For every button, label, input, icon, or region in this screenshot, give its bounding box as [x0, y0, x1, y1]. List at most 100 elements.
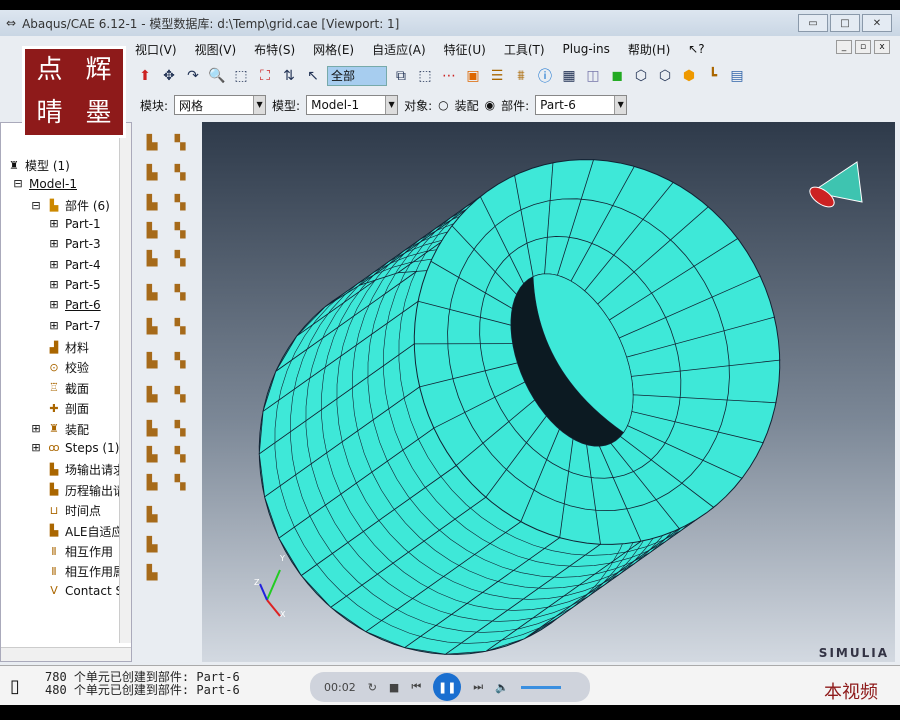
hidden-display-icon[interactable]: ◫ [583, 66, 603, 86]
wireframe-cube-icon[interactable]: ⬡ [631, 66, 651, 86]
select-box-icon[interactable]: ⬚ [415, 66, 435, 86]
menu-plugins[interactable]: Plug-ins [563, 42, 610, 56]
box-zoom-icon[interactable]: ⬚ [231, 66, 251, 86]
select-mode-icon[interactable]: ⧉ [391, 66, 411, 86]
create-set-icon[interactable]: ▙ [141, 534, 163, 556]
tree-item[interactable]: ⊙ 校验 [29, 359, 89, 376]
query-tool-icon[interactable]: ▙ [141, 562, 163, 584]
menu-mesh[interactable]: 网格(E) [313, 41, 354, 58]
expand-icon[interactable]: ⊞ [47, 298, 61, 312]
render-mode-icon[interactable]: ▣ [463, 66, 483, 86]
zoom-icon[interactable]: 🔍 [207, 66, 227, 86]
edit-mesh-icon[interactable]: ▙ [141, 418, 163, 440]
verify-mesh-icon[interactable]: ▙ [141, 316, 163, 338]
virtual-topology-icon[interactable]: ▙ [141, 384, 163, 406]
expand-icon[interactable]: ⊞ [47, 258, 61, 272]
table-icon[interactable]: ▤ [727, 66, 747, 86]
tree-horizontal-scrollbar[interactable] [1, 647, 131, 661]
select-arrow-icon[interactable]: ↖ [303, 66, 323, 86]
pan-icon[interactable]: ✥ [159, 66, 179, 86]
element-type-icon[interactable]: ▙ [141, 220, 163, 242]
datum-point-icon[interactable]: ▚ [169, 444, 191, 466]
seed-edge-icon[interactable]: ⋯ [439, 66, 459, 86]
save-icon[interactable]: ⬆ [135, 66, 155, 86]
seed-edge-icon[interactable]: ▚ [169, 132, 191, 154]
fit-view-icon[interactable]: ⛶ [255, 66, 275, 86]
model-select[interactable]: Model-1 ▼ [306, 95, 399, 115]
query-icon[interactable]: ┗ [703, 66, 723, 86]
tree-vertical-scrollbar[interactable] [119, 123, 131, 643]
mesh-controls-icon[interactable]: ▙ [141, 192, 163, 214]
hidden-cube-icon[interactable]: ⬡ [655, 66, 675, 86]
partition-icon[interactable]: ▙ [141, 350, 163, 372]
expand-icon[interactable]: ⊞ [29, 441, 43, 455]
menu-viewport[interactable]: 视口(V) [135, 41, 177, 58]
mesh-controls-icon[interactable]: ▚ [169, 162, 191, 184]
datum-point-icon[interactable]: ▙ [141, 472, 163, 494]
flip-icon[interactable]: ⇅ [279, 66, 299, 86]
datum-axis-icon[interactable]: ▙ [141, 504, 163, 526]
tree-part-item[interactable]: ⊞ Part-3 [47, 237, 100, 251]
selection-filter-select[interactable]: 全部 [327, 66, 387, 86]
delete-mesh-icon[interactable]: ▚ [169, 248, 191, 270]
expand-icon[interactable]: ⊞ [29, 422, 43, 436]
verify-mesh-icon[interactable]: ▚ [169, 282, 191, 304]
maximize-button[interactable]: □ [830, 14, 860, 32]
partition-icon[interactable]: ▚ [169, 316, 191, 338]
tree-item[interactable]: ▙ 场输出请求 [29, 461, 125, 478]
mdi-minimize-button[interactable]: _ [836, 40, 852, 54]
part-radio[interactable]: ◉ [485, 98, 495, 112]
tree-part-item[interactable]: ⊞ Part-6 [47, 298, 100, 312]
virtual-topology-icon[interactable]: ▚ [169, 350, 191, 372]
info-icon[interactable]: ⓘ [535, 66, 555, 86]
seed-edge-icon[interactable]: ▙ [141, 162, 163, 184]
expand-icon[interactable]: ⊞ [47, 278, 61, 292]
element-type-icon[interactable]: ▚ [169, 192, 191, 214]
tree-model[interactable]: ⊟ Model-1 [11, 177, 77, 191]
expand-icon[interactable]: ⊞ [47, 319, 61, 333]
refresh-icon[interactable]: ↻ [368, 681, 377, 694]
menu-seed[interactable]: 布特(S) [254, 41, 295, 58]
collapse-icon[interactable]: ⊟ [11, 177, 25, 191]
tree-item[interactable]: ♖ 截面 [29, 380, 89, 397]
volume-slider[interactable] [520, 685, 561, 689]
tree-item[interactable]: Ⅱ 相互作用 [29, 543, 113, 560]
minimize-button[interactable]: ▭ [798, 14, 828, 32]
expand-icon[interactable]: ⊞ [47, 237, 61, 251]
tree-item[interactable]: ✚ 剖面 [29, 400, 89, 417]
menu-feature[interactable]: 特征(U) [444, 41, 486, 58]
volume-icon[interactable]: 🔈 [495, 681, 509, 694]
tree-root[interactable]: ♜ 模型 (1) [7, 157, 70, 174]
mdi-restore-button[interactable]: ▫ [855, 40, 871, 54]
tree-part-item[interactable]: ⊞ Part-4 [47, 258, 100, 272]
rotate-icon[interactable]: ↷ [183, 66, 203, 86]
menu-context-help[interactable]: ↖? [688, 42, 704, 56]
mesh-display-icon[interactable]: ▦ [559, 66, 579, 86]
shaded-cube-icon[interactable]: ⬢ [679, 66, 699, 86]
collapse-icon[interactable]: ⊟ [29, 199, 43, 213]
tree-item[interactable]: ⊞ ♜ 装配 [29, 421, 89, 438]
edit-mesh-icon[interactable]: ▚ [169, 384, 191, 406]
mesh-part-icon[interactable]: ▚ [169, 220, 191, 242]
part-select[interactable]: Part-6 ▼ [535, 95, 628, 115]
expand-icon[interactable]: ⊞ [47, 217, 61, 231]
tree-item[interactable]: ▟ 材料 [29, 339, 89, 356]
stop-button[interactable]: ■ [389, 681, 399, 694]
forward-button[interactable]: ⏭ [473, 680, 483, 694]
tree-item[interactable]: ▙ 历程输出请 [29, 482, 125, 499]
module-select[interactable]: 网格 ▼ [174, 95, 267, 115]
tree-part-item[interactable]: ⊞ Part-1 [47, 217, 100, 231]
assign-orientation-icon[interactable]: ▚ [169, 418, 191, 440]
datum-axis-icon[interactable]: ▚ [169, 472, 191, 494]
assembly-radio[interactable]: ○ [438, 98, 448, 112]
delete-mesh-icon[interactable]: ▙ [141, 282, 163, 304]
shaded-display-icon[interactable]: ◼ [607, 66, 627, 86]
menu-help[interactable]: 帮助(H) [628, 41, 670, 58]
tree-item[interactable]: Ⅱ 相互作用属 [29, 563, 125, 580]
tower-icon[interactable]: ⩩ [511, 66, 531, 86]
tree-parts[interactable]: ⊟ ▙ 部件 (6) [29, 197, 109, 214]
tree-part-item[interactable]: ⊞ Part-5 [47, 278, 100, 292]
assign-orientation-icon[interactable]: ▙ [141, 444, 163, 466]
tree-item[interactable]: ▙ ALE自适应 [29, 523, 124, 540]
viewport[interactable]: SIMULIA Y X Z [202, 122, 895, 662]
